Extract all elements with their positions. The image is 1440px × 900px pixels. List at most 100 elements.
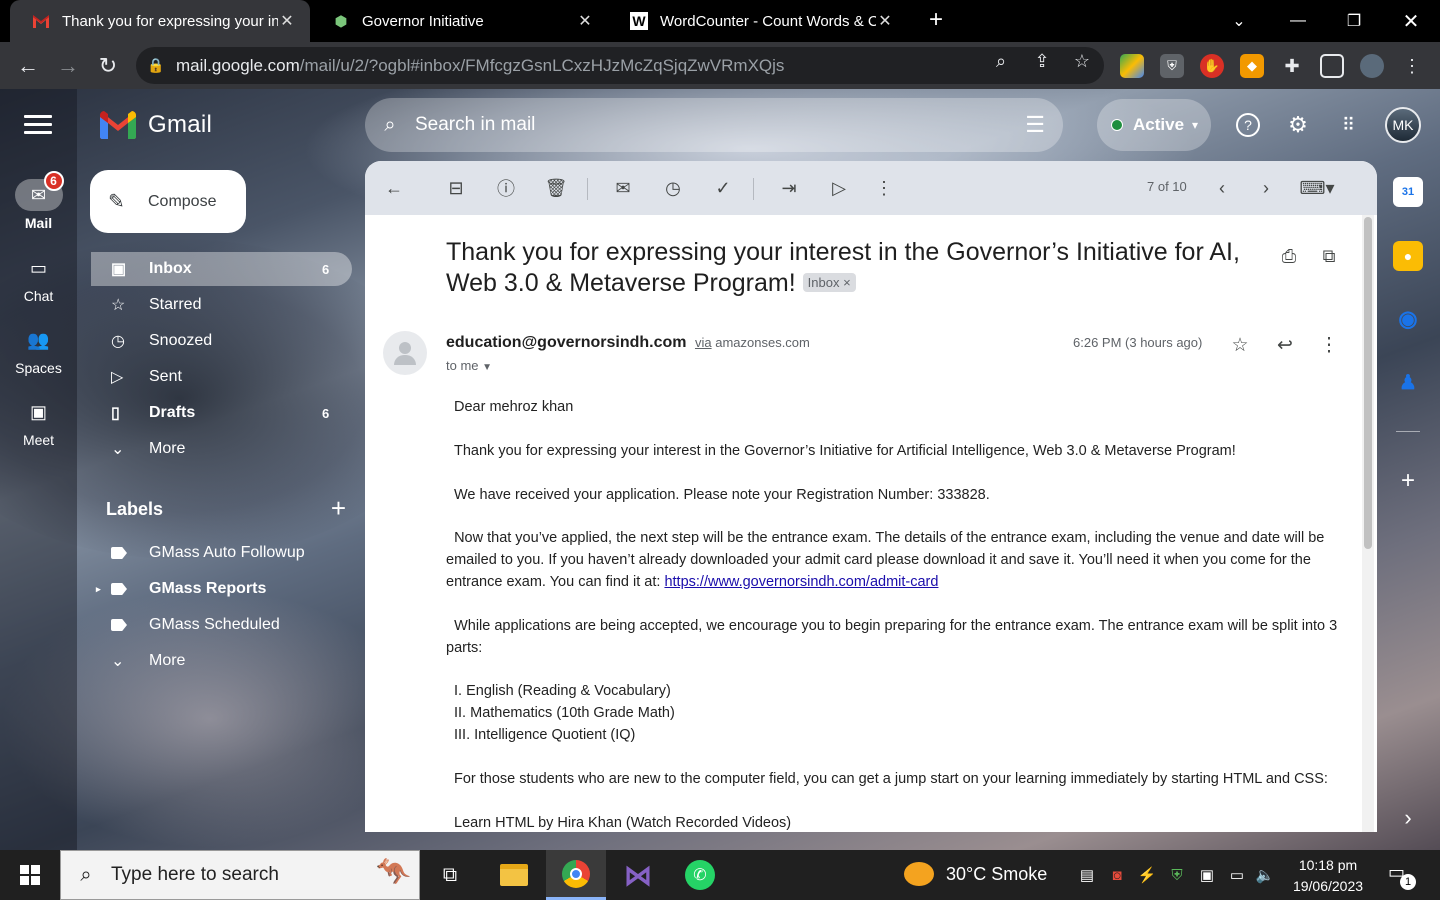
message-scrollbar[interactable] [1362,215,1374,832]
close-icon[interactable]: ✕ [278,11,296,31]
label-gmass-auto-followup[interactable]: GMass Auto Followup [91,536,352,570]
recipients-toggle[interactable]: to me ▼ [446,358,492,373]
search-input[interactable]: Search in mail [415,114,535,136]
search-options-icon[interactable]: ☰ [1025,112,1045,138]
profile-avatar[interactable] [1360,54,1384,78]
print-icon[interactable]: ⎙ [1276,243,1302,269]
back-arrow-icon[interactable]: ← [12,50,44,82]
shield-extension-icon[interactable]: ⛨ [1160,54,1184,78]
chrome-taskbar-icon[interactable] [546,850,606,900]
remove-label-icon[interactable]: × [843,275,851,290]
expand-arrow-icon[interactable]: ▸ [96,584,101,595]
whatsapp-icon[interactable]: ✆ [670,850,730,900]
rail-spaces[interactable]: 👥 Spaces [0,324,77,377]
settings-gear-icon[interactable]: ⚙ [1282,109,1314,141]
back-to-inbox-icon[interactable]: ← [380,175,408,201]
compose-button[interactable]: ✎ Compose [90,170,246,233]
zoom-icon[interactable]: ⌕ [988,48,1014,74]
main-menu-icon[interactable] [24,115,52,137]
bookmark-star-icon[interactable]: ☆ [1069,48,1095,74]
add-label-icon[interactable]: + [331,495,346,521]
tray-battery-icon[interactable]: ▭ [1226,864,1248,886]
file-explorer-icon[interactable] [484,850,544,900]
open-in-new-window-icon[interactable]: ⧉ [1316,243,1342,269]
search-icon[interactable]: ⌕ [365,114,415,137]
tray-antivirus-icon[interactable]: ◙ [1106,864,1128,886]
apps-grid-icon[interactable]: ⠿ [1332,109,1364,141]
tasks-check-icon[interactable]: ◉ [1393,304,1423,334]
tab-governor[interactable]: ⬢ Governor Initiative ✕ [310,0,608,42]
newer-chevron-left-icon[interactable]: ‹ [1208,175,1236,201]
start-button[interactable] [0,850,60,900]
minimize-button[interactable]: — [1270,0,1326,42]
folder-snoozed[interactable]: ◷ Snoozed [91,324,352,358]
tray-volume-icon[interactable]: 🔈 [1254,864,1276,886]
task-view-icon[interactable]: ⧉ [420,850,480,900]
folder-more[interactable]: ⌄ More [91,432,352,466]
puzzle-extensions-icon[interactable]: ✚ [1280,54,1304,78]
tray-app-icon[interactable]: ▤ [1076,864,1098,886]
rail-mail[interactable]: ✉ 6 Mail [0,171,77,231]
tray-network-disabled-icon[interactable]: ⚡ [1136,864,1158,886]
stop-hand-extension-icon[interactable]: ✋ [1200,54,1224,78]
show-side-panel-chevron-icon[interactable]: › [1393,803,1423,833]
folder-drafts[interactable]: ▯ Drafts 6 [91,396,352,430]
contacts-person-icon[interactable]: ♟ [1393,367,1423,397]
rail-meet[interactable]: ▣ Meet [0,396,77,449]
delete-trash-icon[interactable]: 🗑 [542,175,570,201]
snooze-clock-icon[interactable]: ◷ [659,175,687,201]
labels-more[interactable]: ⌄ More [91,644,352,678]
star-icon[interactable]: ☆ [1226,331,1254,359]
label-icon[interactable]: ▷ [825,175,853,201]
tab-wordcounter[interactable]: W WordCounter - Count Words & C ✕ [608,0,908,42]
address-bar[interactable]: 🔒 mail.google.com/mail/u/2/?ogbl#inbox/F… [136,47,1104,84]
tray-security-icon[interactable]: ⛨ [1166,864,1188,886]
label-gmass-scheduled[interactable]: GMass Scheduled [91,608,352,642]
gmail-logo[interactable]: Gmail [100,111,212,139]
rail-chat[interactable]: ▭ Chat [0,252,77,305]
mark-unread-envelope-icon[interactable]: ✉ [609,175,637,201]
reply-icon[interactable]: ↩ [1271,331,1299,359]
share-icon[interactable]: ⇪ [1029,48,1055,74]
label-gmass-reports[interactable]: ▸ GMass Reports [91,572,352,606]
tray-camera-icon[interactable]: ▣ [1196,864,1218,886]
more-vertical-icon[interactable]: ⋮ [1315,331,1343,359]
folder-starred[interactable]: ☆ Starred [91,288,352,322]
move-to-folder-icon[interactable]: ⇥ [775,175,803,201]
folder-inbox[interactable]: ▣ Inbox 6 [91,252,352,286]
admit-card-link[interactable]: https://www.governorsindh.com/admit-card [664,574,938,590]
visual-studio-icon[interactable]: ⋈ [608,850,668,900]
taskbar-search-input[interactable]: Type here to search [111,864,279,886]
forward-arrow-icon[interactable]: → [52,50,84,82]
older-chevron-right-icon[interactable]: › [1252,175,1280,201]
get-addons-plus-icon[interactable]: + [1393,466,1423,496]
help-icon[interactable]: ? [1232,109,1264,141]
taskbar-search-box[interactable]: ⌕ Type here to search 🦘 [60,850,420,900]
sender-email[interactable]: education@governorsindh.com [446,334,687,351]
status-dropdown[interactable]: Active ▾ [1097,99,1211,151]
account-avatar[interactable]: MK [1385,107,1421,143]
keep-bulb-icon[interactable]: ● [1393,241,1423,271]
close-icon[interactable]: ✕ [576,11,594,31]
chrome-menu-icon[interactable]: ⋮ [1400,54,1424,78]
tab-search-chevron-icon[interactable]: ⌄ [1211,0,1267,42]
tab-gmail[interactable]: Thank you for expressing your int ✕ [10,0,310,42]
inbox-label-chip[interactable]: Inbox × [802,273,856,292]
archive-icon[interactable]: ⊟ [442,175,470,201]
weather-widget[interactable]: 30°C Smoke [904,862,1047,886]
close-icon[interactable]: ✕ [876,11,894,31]
calendar-icon[interactable]: 31 [1393,177,1423,207]
new-tab-button[interactable]: + [922,6,950,34]
add-to-tasks-icon[interactable]: ✓ [709,175,737,201]
search-bar[interactable]: ⌕ Search in mail ☰ [365,98,1063,152]
more-vertical-icon[interactable]: ⋮ [870,175,898,201]
orange-extension-icon[interactable]: ◆ [1240,54,1264,78]
restore-button[interactable]: ❐ [1326,0,1382,42]
close-window-button[interactable]: ✕ [1383,0,1439,42]
notification-center-icon[interactable]: ▭ 1 [1388,862,1416,890]
folder-sent[interactable]: ▷ Sent [91,360,352,394]
side-panel-icon[interactable] [1320,54,1344,78]
reload-icon[interactable]: ↻ [92,50,124,82]
extension-colorful-icon[interactable] [1120,54,1144,78]
report-spam-icon[interactable]: ⓘ [492,175,520,201]
